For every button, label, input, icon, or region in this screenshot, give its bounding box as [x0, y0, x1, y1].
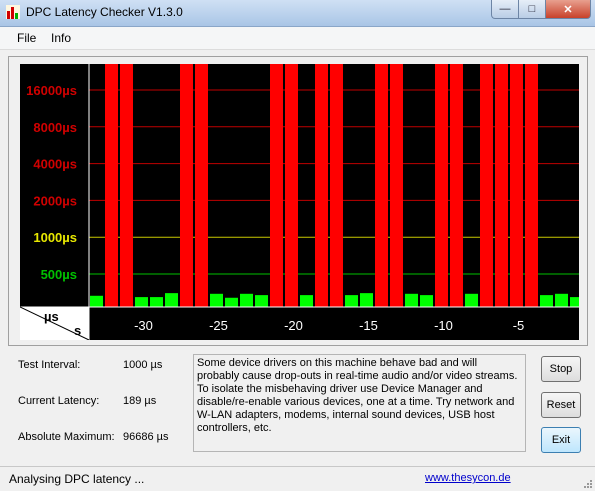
- x-tick-label: -5: [513, 318, 525, 333]
- close-icon: ✕: [563, 3, 573, 16]
- bar: [390, 64, 403, 307]
- status-message: Some device drivers on this machine beha…: [193, 354, 526, 452]
- x-tick-label: -10: [434, 318, 453, 333]
- y-tick-label: 16000µs: [26, 83, 77, 98]
- bar: [255, 295, 268, 307]
- bar: [225, 297, 238, 307]
- reset-button[interactable]: Reset: [541, 392, 581, 418]
- bar: [495, 64, 508, 307]
- bar: [120, 64, 133, 307]
- bar: [405, 293, 418, 307]
- y-tick-label: 2000µs: [33, 193, 77, 208]
- title-bar[interactable]: DPC Latency Checker V1.3.0 — □ ✕: [0, 0, 595, 27]
- bar: [360, 293, 373, 307]
- absolute-max-value: 96686 µs: [123, 431, 169, 443]
- bar: [480, 64, 493, 307]
- bar: [240, 293, 253, 307]
- bar: [510, 64, 523, 307]
- y-tick-label: 8000µs: [33, 120, 77, 135]
- absolute-max-label: Absolute Maximum:: [18, 431, 115, 443]
- window-title: DPC Latency Checker V1.3.0: [26, 5, 183, 19]
- bar: [540, 295, 553, 307]
- bar: [330, 64, 343, 307]
- bar: [465, 293, 478, 307]
- bar: [285, 64, 298, 307]
- status-bar: Analysing DPC latency ... www.thesycon.d…: [0, 466, 595, 491]
- close-button[interactable]: ✕: [545, 0, 591, 19]
- bar: [435, 64, 448, 307]
- y-tick-label: 500µs: [41, 267, 77, 282]
- minimize-button[interactable]: —: [491, 0, 519, 19]
- app-icon: [6, 5, 20, 19]
- bar: [90, 295, 103, 307]
- y-tick-label: 1000µs: [33, 230, 77, 245]
- bar: [525, 64, 538, 307]
- x-tick-label: -15: [359, 318, 378, 333]
- x-tick-label: -30: [134, 318, 153, 333]
- bar: [105, 64, 118, 307]
- bar: [345, 295, 358, 307]
- bar: [570, 297, 579, 307]
- bar: [555, 293, 568, 307]
- exit-button[interactable]: Exit: [541, 427, 581, 453]
- resize-grip-icon[interactable]: [583, 479, 593, 489]
- y-unit-label: µs: [44, 309, 59, 324]
- bar: [165, 293, 178, 307]
- x-tick-label: -20: [284, 318, 303, 333]
- menu-bar: File Info: [0, 27, 595, 50]
- test-interval-value: 1000 µs: [123, 359, 163, 371]
- bar: [420, 295, 433, 307]
- y-tick-label: 4000µs: [33, 157, 77, 172]
- stop-button[interactable]: Stop: [541, 356, 581, 382]
- bar: [210, 293, 223, 307]
- menu-info[interactable]: Info: [51, 31, 71, 45]
- current-latency-label: Current Latency:: [18, 395, 100, 407]
- bar: [375, 64, 388, 307]
- current-latency-value: 189 µs: [123, 395, 157, 407]
- bar: [315, 64, 328, 307]
- bar: [300, 295, 313, 307]
- website-link[interactable]: www.thesycon.de: [425, 472, 511, 484]
- status-text: Analysing DPC latency ...: [9, 472, 145, 486]
- minimize-icon: —: [499, 3, 511, 15]
- latency-chart: 16000µs 8000µs 4000µs 2000µs 1000µs 500µs µss -…: [20, 64, 579, 340]
- bar: [195, 64, 208, 307]
- bar: [135, 297, 148, 307]
- bar: [150, 297, 163, 307]
- menu-file[interactable]: File: [17, 31, 36, 45]
- maximize-icon: □: [528, 3, 536, 15]
- bar: [450, 64, 463, 307]
- main-window: DPC Latency Checker V1.3.0 — □ ✕ File In…: [0, 0, 595, 491]
- maximize-button[interactable]: □: [518, 0, 546, 19]
- x-unit-label: s: [74, 323, 81, 338]
- x-tick-label: -25: [209, 318, 228, 333]
- bar: [270, 64, 283, 307]
- bar: [180, 64, 193, 307]
- test-interval-label: Test Interval:: [18, 359, 81, 371]
- window-controls: — □ ✕: [491, 0, 591, 19]
